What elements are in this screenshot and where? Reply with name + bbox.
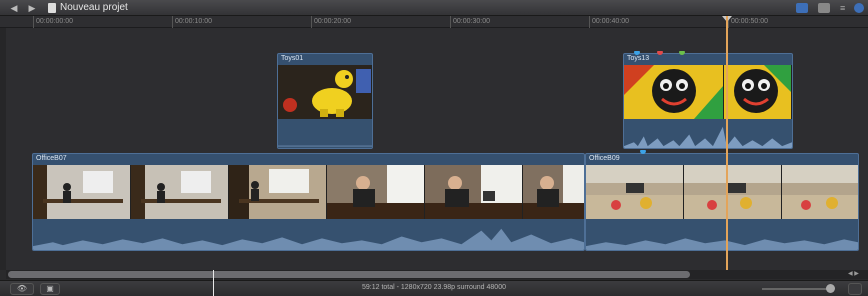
snapping-icon[interactable] (854, 3, 864, 13)
audio-waveform (33, 219, 584, 250)
zoom-slider-knob[interactable] (826, 284, 835, 293)
clip-thumbnail (425, 165, 523, 219)
clip-appearance-icon[interactable] (796, 3, 808, 13)
timeline-summary: 59:12 total - 1280x720 23.98p surround 4… (361, 284, 506, 291)
clip-toys01[interactable]: Toys01 (277, 53, 373, 149)
clip-thumbnail (523, 165, 584, 219)
clip-settings-icon[interactable]: ≡ (840, 3, 850, 13)
clip-thumbnail (624, 65, 724, 119)
ruler-tick: 00:00:30:00 (450, 16, 490, 28)
skimmer-line (213, 270, 214, 296)
ruler-tick: 00:00:10:00 (172, 16, 212, 28)
clip-thumbnail (782, 165, 858, 219)
clip-label: OfficeB07 (36, 155, 67, 162)
clip-thumbnail (724, 65, 792, 119)
ruler-tick: 00:00:00:00 (33, 16, 73, 28)
project-document-icon (48, 3, 56, 13)
clip-thumbnail (327, 165, 425, 219)
clip-thumbnail (33, 165, 131, 219)
zoom-button[interactable] (848, 283, 862, 295)
audio-waveform (278, 119, 372, 148)
clip-thumbnail (278, 65, 372, 119)
clip-thumbnail (684, 165, 782, 219)
scroll-arrows-icon[interactable]: ◀ ▶ (848, 270, 859, 277)
scrollbar-thumb[interactable] (8, 271, 690, 278)
clip-label: Toys13 (627, 55, 650, 62)
clip-officeb09[interactable]: OfficeB09 (585, 153, 859, 251)
timeline-gutter (0, 28, 6, 270)
audio-waveform (586, 219, 858, 250)
audio-skimming-icon[interactable] (818, 3, 830, 13)
audio-waveform (624, 119, 792, 148)
clip-thumbnail (131, 165, 229, 219)
forward-arrow-icon[interactable]: ▶ (26, 2, 38, 14)
clip-officeb07[interactable]: OfficeB07 (32, 153, 585, 251)
toolbar: ◀ ▶ Nouveau projet ≡ (0, 0, 868, 16)
clip-label: OfficeB09 (589, 155, 620, 162)
timecode-ruler[interactable]: 00:00:00:00 00:00:10:00 00:00:20:00 00:0… (0, 16, 868, 28)
status-bar: 👁 ▣ 59:12 total - 1280x720 23.98p surrou… (0, 280, 868, 296)
zoom-slider[interactable] (762, 288, 832, 290)
ruler-tick: 00:00:40:00 (589, 16, 629, 28)
project-title: Nouveau projet (60, 2, 128, 13)
ruler-tick: 00:00:50:00 (728, 16, 768, 28)
clip-label: Toys01 (281, 55, 304, 62)
back-arrow-icon[interactable]: ◀ (8, 2, 20, 14)
playhead[interactable] (726, 16, 728, 270)
clip-thumbnail (586, 165, 684, 219)
clip-toys13[interactable]: Toys13 (623, 53, 793, 149)
clip-thumbnail (229, 165, 327, 219)
timeline-area[interactable]: Toys01 Toys13 OfficeB07 OfficeB09 (0, 28, 868, 270)
ruler-tick: 00:00:20:00 (311, 16, 351, 28)
